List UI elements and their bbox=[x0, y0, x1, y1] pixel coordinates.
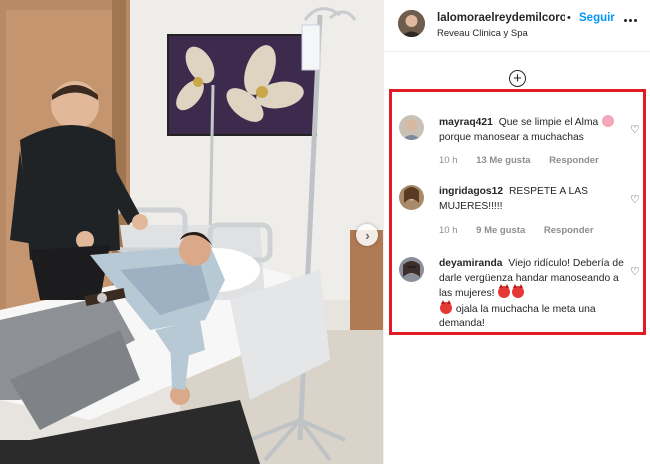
commenter-avatar[interactable] bbox=[399, 115, 424, 140]
comment-text: ingridagos12 RESPETE A LAS MUJERES!!!!! bbox=[439, 185, 629, 214]
avatar[interactable] bbox=[398, 10, 425, 37]
reply-button[interactable]: Responder bbox=[544, 225, 594, 236]
post-photo: › bbox=[0, 0, 383, 464]
hospital-room-image bbox=[0, 0, 383, 464]
comment-username[interactable]: ingridagos12 bbox=[439, 186, 503, 197]
pig-face-emoji-icon bbox=[602, 115, 615, 127]
heart-outline-icon[interactable]: ♡ bbox=[630, 265, 640, 278]
load-more-comments-button[interactable]: + bbox=[509, 70, 526, 87]
comment-text: deyamiranda Viejo ridículo! Debería de d… bbox=[439, 257, 629, 332]
separator-dot: • bbox=[567, 12, 571, 24]
avatar-image bbox=[399, 185, 424, 210]
avatar-image bbox=[399, 115, 424, 140]
chevron-right-icon: › bbox=[365, 227, 370, 243]
post-location[interactable]: Reveau Clinica y Spa bbox=[437, 28, 528, 39]
comment-likes[interactable]: 13 Me gusta bbox=[476, 155, 530, 166]
avatar-image bbox=[399, 257, 424, 282]
more-horizontal-icon[interactable] bbox=[624, 13, 638, 27]
follow-button[interactable]: Seguir bbox=[579, 12, 615, 24]
angry-devil-emoji-icon bbox=[440, 299, 452, 314]
comment-item: mayraq421 Que se limpie el Alma porque m… bbox=[399, 115, 644, 175]
angry-devil-emoji-icon bbox=[498, 284, 511, 298]
comment-likes[interactable]: 9 Me gusta bbox=[476, 225, 525, 236]
comment-text: mayraq421 Que se limpie el Alma porque m… bbox=[439, 115, 629, 145]
comment-time[interactable]: 10 h bbox=[439, 225, 458, 236]
heart-outline-icon[interactable]: ♡ bbox=[630, 193, 640, 206]
comment-item: ingridagos12 RESPETE A LAS MUJERES!!!!! … bbox=[399, 185, 644, 240]
post-author-username[interactable]: lalomoraelreydemilcorona bbox=[437, 12, 565, 24]
comment-text-part: porque manosear a muchachas bbox=[439, 131, 584, 143]
reply-button[interactable]: Responder bbox=[549, 155, 599, 166]
comment-time[interactable]: 10 h bbox=[439, 155, 458, 166]
comment-meta: 10 h 9 Me gusta Responder bbox=[439, 225, 610, 236]
comment-meta: 10 h 13 Me gusta Responder bbox=[439, 155, 615, 166]
comment-username[interactable]: mayraq421 bbox=[439, 117, 493, 128]
commenter-avatar[interactable] bbox=[399, 257, 424, 282]
comment-username[interactable]: deyamiranda bbox=[439, 258, 503, 269]
comments-panel: lalomoraelreydemilcorona • Seguir Reveau… bbox=[383, 0, 650, 464]
heart-outline-icon[interactable]: ♡ bbox=[630, 123, 640, 136]
angry-devil-emoji-icon bbox=[512, 284, 525, 298]
comment-text-part: ojala la muchacha le meta una demanda! bbox=[439, 303, 596, 330]
comment-item: deyamiranda Viejo ridículo! Debería de d… bbox=[399, 257, 644, 329]
plus-circle-icon: + bbox=[513, 69, 522, 87]
commenter-avatar[interactable] bbox=[399, 185, 424, 210]
next-photo-button[interactable]: › bbox=[356, 224, 378, 246]
post-header: lalomoraelreydemilcorona • Seguir Reveau… bbox=[384, 0, 650, 52]
avatar-image bbox=[398, 10, 425, 37]
comment-text-part: Que se limpie el Alma bbox=[498, 117, 599, 128]
